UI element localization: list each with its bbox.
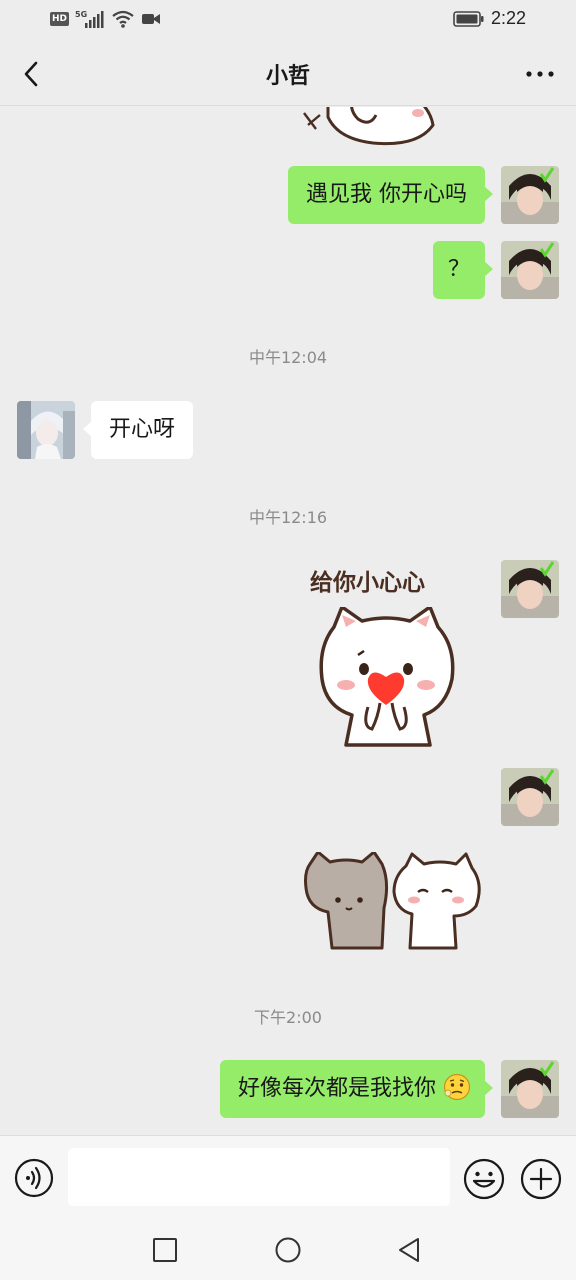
signal-icon: 5G xyxy=(75,10,104,28)
message-input[interactable] xyxy=(68,1148,450,1206)
status-right: 2:22 xyxy=(453,8,526,29)
avatar-photo-icon xyxy=(501,1060,559,1118)
chat-messages[interactable]: 遇见我 你开心吗 ？ 中午12:04 开心呀 中午12:16 给你小心心 下午2… xyxy=(0,107,576,1135)
input-bar xyxy=(0,1135,576,1220)
thinking-emoji-icon xyxy=(443,1073,471,1101)
plus-icon[interactable] xyxy=(520,1158,562,1200)
avatar-photo-icon xyxy=(501,768,559,826)
status-bar: HD 5G 2:22 xyxy=(0,0,576,40)
circle-icon[interactable] xyxy=(274,1236,302,1264)
video-call-icon xyxy=(142,14,161,24)
status-left: HD 5G xyxy=(50,9,161,29)
status-time: 2:22 xyxy=(490,8,526,28)
my-avatar[interactable] xyxy=(501,1060,559,1118)
avatar-anime-icon xyxy=(17,401,75,459)
message-bubble-me[interactable]: 遇见我 你开心吗 xyxy=(288,166,493,224)
message-timestamp: 中午12:16 xyxy=(248,508,328,527)
sticker-caption: 给你小心心 xyxy=(310,570,425,596)
smile-icon[interactable] xyxy=(463,1158,505,1200)
more-dots-icon xyxy=(526,71,554,77)
wifi-icon xyxy=(112,10,134,28)
my-avatar[interactable] xyxy=(501,768,559,826)
contact-avatar[interactable] xyxy=(17,401,75,459)
hd-badge: HD xyxy=(50,12,70,26)
avatar-photo-icon xyxy=(501,560,559,618)
avatar-photo-icon xyxy=(501,166,559,224)
more-button[interactable] xyxy=(522,56,558,92)
my-avatar[interactable] xyxy=(501,166,559,224)
voice-icon[interactable] xyxy=(14,1158,54,1198)
triangle-back-icon[interactable] xyxy=(395,1236,423,1264)
white-cat-heart-icon xyxy=(319,607,455,747)
square-icon[interactable] xyxy=(151,1236,179,1264)
sticker-partial-top[interactable] xyxy=(298,107,448,147)
message-timestamp: 下午2:00 xyxy=(254,1008,322,1027)
my-avatar[interactable] xyxy=(501,241,559,299)
message-bubble-me[interactable]: 好像每次都是我找你 xyxy=(219,1060,494,1118)
battery-icon xyxy=(453,10,484,27)
sticker-two-cats[interactable] xyxy=(300,852,485,952)
message-bubble-other[interactable]: 开心呀 xyxy=(82,401,194,459)
system-navigation-bar xyxy=(0,1220,576,1280)
chat-title: 小哲 xyxy=(265,64,310,89)
signal-5g-label: 5G xyxy=(75,10,87,19)
message-timestamp: 中午12:04 xyxy=(248,348,328,367)
my-avatar[interactable] xyxy=(501,560,559,618)
chat-header: 小哲 xyxy=(0,40,576,106)
message-text: 好像每次都是我找你 xyxy=(237,1076,436,1101)
sticker-cat-heart[interactable]: 给你小心心 xyxy=(306,557,476,747)
message-bubble-me[interactable]: ？ xyxy=(433,241,493,299)
avatar-photo-icon xyxy=(501,241,559,299)
